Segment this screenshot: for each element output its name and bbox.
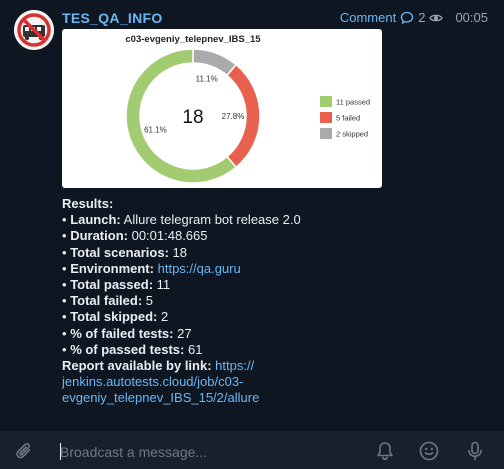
speech-bubble-icon[interactable] — [400, 11, 414, 25]
bell-icon[interactable] — [374, 440, 396, 467]
report-link-line-3: evgeniy_telepnev_IBS_15/2/allure — [62, 390, 492, 406]
broadcast-input[interactable] — [60, 442, 360, 462]
message-meta: Comment 2 00:05 — [340, 10, 488, 25]
pie-chart: c03-evgeniy_telepnev_IBS_15 11.1% 27.8% 61… — [125, 34, 370, 184]
results-item-label: Total passed: — [70, 277, 154, 293]
report-row: Report available by link: https:// — [62, 358, 492, 374]
results-item: • Total passed: 11 — [62, 277, 492, 293]
message-area: TES_QA_INFO Comment 2 00:05 c03-evgeniy_… — [0, 0, 504, 430]
message-time: 00:05 — [455, 10, 488, 25]
bullet: • — [62, 293, 67, 309]
bullet: • — [62, 244, 67, 260]
results-item: • Total scenarios: 18 — [62, 245, 492, 261]
results-item-value: 18 — [172, 244, 188, 260]
results-item-label: Duration: — [70, 228, 128, 244]
results-item-value: 27 — [177, 325, 192, 341]
results-item: • Total failed: 5 — [62, 293, 492, 309]
results-item: • % of passed tests: 61 — [62, 342, 492, 358]
legend-swatch — [320, 112, 332, 123]
comment-link[interactable]: Comment — [340, 10, 396, 25]
results-item: • Launch: Allure telegram bot release 2.… — [62, 212, 492, 228]
results-item-value: 5 — [145, 293, 154, 309]
channel-avatar[interactable] — [14, 10, 54, 50]
report-link-part-1[interactable]: https:// — [215, 358, 254, 373]
report-label: Report available by link: — [62, 358, 212, 374]
legend-label: 2 skipped — [336, 130, 368, 139]
results-list: • Launch: Allure telegram bot release 2.… — [62, 212, 492, 358]
results-item-label: Total scenarios: — [70, 244, 169, 260]
results-item-value: Allure telegram bot release 2.0 — [123, 212, 301, 228]
results-item-label: % of passed tests: — [70, 341, 185, 357]
bullet: • — [62, 260, 67, 276]
chart-center-total: 18 — [182, 107, 203, 128]
bullet: • — [62, 228, 67, 244]
pie-percent-label: 27.8% — [222, 112, 245, 121]
paperclip-icon[interactable] — [14, 441, 36, 468]
legend-label: 5 failed — [336, 114, 360, 123]
report-link-part-2[interactable]: jenkins.autotests.cloud/job/c03- — [62, 374, 243, 389]
bullet: • — [62, 309, 67, 325]
channel-name[interactable]: TES_QA_INFO — [62, 10, 163, 26]
results-item-label: Launch: — [70, 212, 121, 228]
results-heading: Results: — [62, 196, 114, 211]
pie-percent-label: 61.1% — [144, 126, 167, 135]
bullet: • — [62, 341, 67, 357]
bug-prohibited-avatar-icon — [14, 10, 54, 50]
results-item: • Duration: 00:01:48.665 — [62, 228, 492, 244]
eye-icon — [429, 12, 444, 24]
allure-chart-image[interactable]: c03-evgeniy_telepnev_IBS_15 11.1% 27.8% 61… — [62, 29, 382, 188]
bullet: • — [62, 325, 67, 341]
chart-title: c03-evgeniy_telepnev_IBS_15 — [125, 34, 261, 45]
smiley-icon[interactable] — [418, 440, 440, 467]
report-link-line-2: jenkins.autotests.cloud/job/c03- — [62, 374, 492, 390]
results-item-value: 11 — [156, 277, 171, 293]
legend-swatch — [320, 96, 332, 107]
results-item-label: Total skipped: — [70, 309, 158, 325]
message-composer — [0, 430, 504, 469]
environment-link[interactable]: https://qa.guru — [158, 261, 241, 276]
results-item-label: Total failed: — [70, 293, 143, 309]
microphone-icon[interactable] — [464, 440, 486, 467]
results-item-value: 00:01:48.665 — [131, 228, 208, 244]
results-text: Results: • Launch: Allure telegram bot r… — [62, 196, 492, 407]
results-item: • Total skipped: 2 — [62, 309, 492, 325]
legend-label: 11 passed — [336, 98, 370, 107]
bullet: • — [62, 212, 67, 228]
view-count: 2 — [418, 10, 426, 25]
results-item-label: Environment: — [70, 260, 154, 276]
results-item-value: 2 — [160, 309, 169, 325]
results-item: • Environment: https://qa.guru — [62, 261, 492, 277]
chart-legend: 11 passed 5 failed 2 skipped — [320, 96, 370, 139]
results-item-value: 61 — [187, 341, 203, 357]
results-item-label: % of failed tests: — [70, 325, 174, 341]
legend-swatch — [320, 128, 332, 139]
results-item: • % of failed tests: 27 — [62, 326, 492, 342]
bullet: • — [62, 277, 67, 293]
pie-percent-label: 11.1% — [196, 74, 218, 83]
report-link-part-3[interactable]: evgeniy_telepnev_IBS_15/2/allure — [62, 390, 259, 405]
